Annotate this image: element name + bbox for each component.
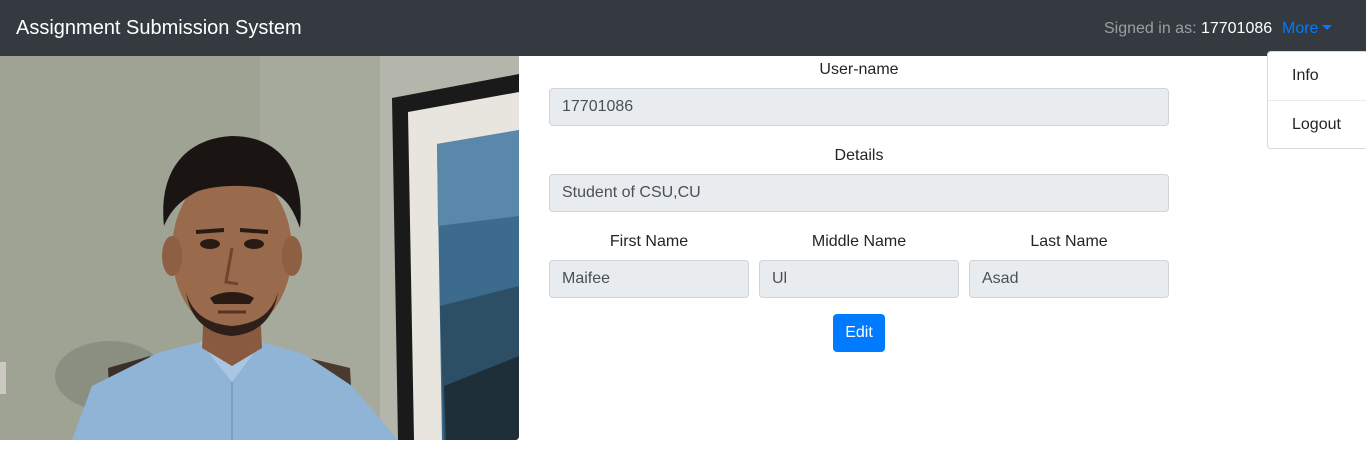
dropdown-item-info[interactable]: Info (1268, 52, 1366, 100)
signed-in-label: Signed in as: (1104, 20, 1201, 37)
more-dropdown-menu: Info Logout (1267, 51, 1366, 149)
top-navbar: Assignment Submission System Signed in a… (0, 0, 1366, 56)
dropdown-item-logout[interactable]: Logout (1268, 101, 1366, 149)
caret-down-icon (1322, 25, 1333, 30)
first-name-label: First Name (609, 233, 689, 250)
more-dropdown-toggle[interactable]: More (1282, 19, 1333, 39)
edit-button[interactable]: Edit (833, 314, 885, 352)
first-name-field[interactable]: Maifee (549, 260, 749, 298)
signed-in-status: Signed in as: 17701086 (1104, 19, 1272, 39)
details-field[interactable]: Student of CSU,CU (549, 174, 1169, 212)
profile-photo-illustration (0, 56, 519, 440)
navbar-brand[interactable]: Assignment Submission System (16, 16, 302, 40)
details-label: Details (834, 147, 884, 164)
signed-in-user: 17701086 (1200, 20, 1273, 37)
profile-photo (0, 56, 519, 440)
username-field[interactable]: 17701086 (549, 88, 1169, 126)
last-name-label: Last Name (1030, 233, 1108, 250)
username-label: User-name (819, 61, 899, 78)
middle-name-field[interactable]: Ul (759, 260, 959, 298)
last-name-field[interactable]: Asad (969, 260, 1169, 298)
more-label: More (1282, 20, 1319, 37)
middle-name-label: Middle Name (811, 233, 907, 250)
